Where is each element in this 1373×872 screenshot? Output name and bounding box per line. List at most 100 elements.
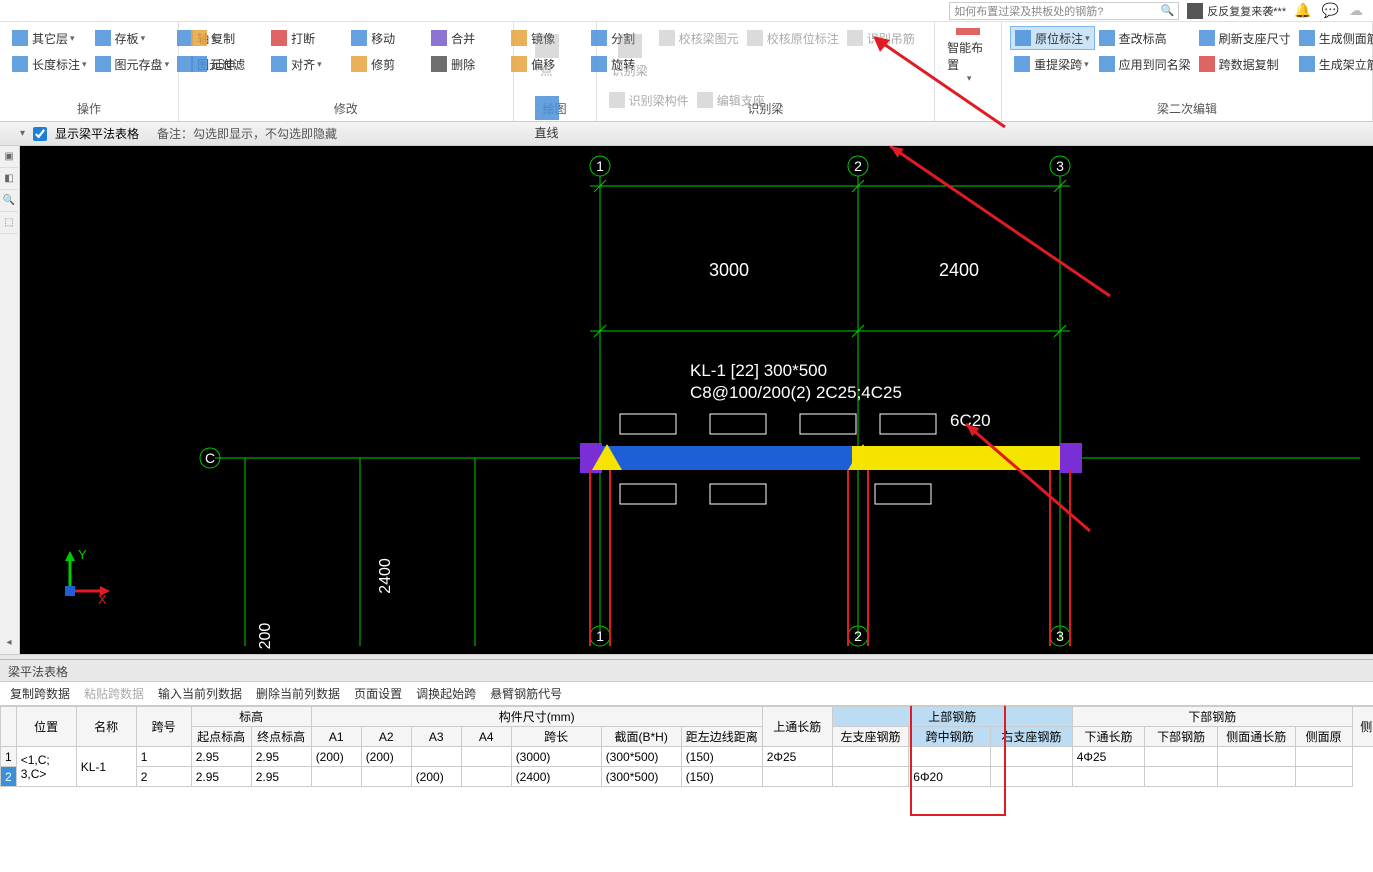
cell-bt[interactable]: 4Φ25	[1072, 747, 1145, 767]
col-subheader[interactable]: 跨长	[511, 727, 601, 747]
cell-dl[interactable]: (150)	[681, 767, 762, 787]
ribbon-cmd-存板[interactable]: 存板▾	[91, 26, 174, 50]
table-tool-删除当前列数据[interactable]: 删除当前列数据	[250, 682, 346, 705]
col-subheader[interactable]: 左支座钢筋	[832, 727, 909, 747]
cell-a2[interactable]: (200)	[361, 747, 411, 767]
table-tool-复制跨数据[interactable]: 复制跨数据	[4, 682, 76, 705]
bell-icon[interactable]: 🔔	[1294, 2, 1311, 19]
cell-rs[interactable]	[990, 747, 1072, 767]
table-tool-调换起始跨[interactable]: 调换起始跨	[410, 682, 482, 705]
table-scroll[interactable]: 位置名称跨号标高构件尺寸(mm)上通长筋上部钢筋下部钢筋侧面起点标高终点标高A1…	[0, 706, 1373, 872]
show-beam-table-checkbox[interactable]	[33, 127, 47, 141]
chevron-down-icon[interactable]: ▾	[20, 128, 25, 139]
col-header[interactable]: 上通长筋	[762, 707, 832, 747]
cell-a2[interactable]	[361, 767, 411, 787]
col-subheader[interactable]: 截面(B*H)	[601, 727, 681, 747]
col-subheader[interactable]: A4	[461, 727, 511, 747]
ribbon-cmd-识别吊筋[interactable]: 识别吊筋	[843, 26, 923, 50]
cell-s_elev[interactable]: 2.95	[191, 767, 251, 787]
table-row[interactable]: 222.952.95(200)(2400)(300*500)(150)6Φ20	[1, 767, 1373, 787]
ribbon-cmd-修剪[interactable]: 修剪	[347, 52, 427, 76]
col-subheader[interactable]: A1	[311, 727, 361, 747]
cell-br[interactable]	[1145, 767, 1218, 787]
ribbon-cmd-对齐[interactable]: 对齐▾	[267, 52, 347, 76]
rail-tool[interactable]: ▣	[0, 146, 18, 168]
cell-ls[interactable]	[832, 767, 909, 787]
cell-so[interactable]	[1295, 767, 1352, 787]
cell-a3[interactable]: (200)	[411, 767, 461, 787]
ribbon-cmd-长度标注[interactable]: 长度标注▾	[8, 52, 91, 76]
col-subheader[interactable]: A2	[361, 727, 411, 747]
ribbon-cmd-复制[interactable]: 复制	[187, 26, 267, 50]
cell-dl[interactable]: (150)	[681, 747, 762, 767]
ribbon-cmd-其它层[interactable]: 其它层▾	[8, 26, 91, 50]
col-subheader[interactable]: 侧面通长筋	[1217, 727, 1295, 747]
cell-a4[interactable]	[461, 767, 511, 787]
cell-mid[interactable]: 6Φ20	[909, 767, 991, 787]
ribbon-cmd-图元存盘[interactable]: 图元存盘▾	[91, 52, 174, 76]
cell-a4[interactable]	[461, 747, 511, 767]
col-header[interactable]: 位置	[16, 707, 76, 747]
ribbon-cmd-刷新支座尺寸[interactable]: 刷新支座尺寸	[1195, 26, 1295, 50]
cell-e_elev[interactable]: 2.95	[251, 747, 311, 767]
cell-br[interactable]	[1145, 747, 1218, 767]
col-subheader[interactable]: 侧面原	[1295, 727, 1352, 747]
col-subheader[interactable]: 跨中钢筋	[909, 727, 991, 747]
cell-span[interactable]: 1	[136, 747, 191, 767]
cell-pos[interactable]: <1,C;3,C>	[16, 747, 76, 787]
row-number[interactable]: 1	[1, 747, 17, 767]
cloud-icon[interactable]: ☁	[1349, 2, 1363, 19]
cell-st[interactable]	[1217, 767, 1295, 787]
rail-tool[interactable]: ⬚	[0, 212, 18, 234]
help-search[interactable]: 如何布置过梁及拱板处的钢筋? 🔍	[949, 2, 1179, 20]
collapse-icon[interactable]: ◂	[0, 632, 18, 654]
ribbon-cmd-重提梁跨[interactable]: 重提梁跨▾	[1010, 52, 1095, 76]
chat-icon[interactable]: 💬	[1322, 2, 1339, 19]
ribbon-cmd-删除[interactable]: 删除	[427, 52, 507, 76]
table-tool-页面设置[interactable]: 页面设置	[348, 682, 408, 705]
cell-sec[interactable]: (300*500)	[601, 747, 681, 767]
ribbon-cmd-跨数据复制[interactable]: 跨数据复制	[1195, 52, 1295, 76]
rail-tool[interactable]: ◧	[0, 168, 18, 190]
rail-tool[interactable]: 🔍	[0, 190, 18, 212]
cell-so[interactable]	[1295, 747, 1352, 767]
cell-a1[interactable]: (200)	[311, 747, 361, 767]
ribbon-cmd-移动[interactable]: 移动	[347, 26, 427, 50]
col-header[interactable]: 侧面	[1352, 707, 1373, 747]
cell-ut[interactable]: 2Φ25	[762, 747, 832, 767]
col-header[interactable]: 构件尺寸(mm)	[311, 707, 762, 727]
ribbon-cmd-合并[interactable]: 合并	[427, 26, 507, 50]
cell-s_elev[interactable]: 2.95	[191, 747, 251, 767]
cell-bt[interactable]	[1072, 767, 1145, 787]
drawing-canvas[interactable]: 112233C300024002400200KL-1 [22] 300*500C…	[20, 146, 1373, 654]
table-tool-悬臂钢筋代号[interactable]: 悬臂钢筋代号	[484, 682, 568, 705]
cell-a3[interactable]	[411, 747, 461, 767]
cell-ut[interactable]	[762, 767, 832, 787]
col-header[interactable]: 标高	[191, 707, 311, 727]
ribbon-cmd-查改标高[interactable]: 查改标高	[1095, 26, 1195, 50]
ribbon-cmd-生成侧面筋[interactable]: 生成侧面筋	[1295, 26, 1373, 50]
col-subheader[interactable]: 右支座钢筋	[990, 727, 1072, 747]
cell-len[interactable]: (3000)	[511, 747, 601, 767]
table-tool-输入当前列数据[interactable]: 输入当前列数据	[152, 682, 248, 705]
cell-ls[interactable]	[832, 747, 909, 767]
col-subheader[interactable]: A3	[411, 727, 461, 747]
col-subheader[interactable]: 距左边线距离	[681, 727, 762, 747]
cell-len[interactable]: (2400)	[511, 767, 601, 787]
ribbon-cmd-生成架立筋[interactable]: 生成架立筋	[1295, 52, 1373, 76]
cell-st[interactable]	[1217, 747, 1295, 767]
col-subheader[interactable]: 起点标高	[191, 727, 251, 747]
col-header[interactable]: 上部钢筋	[832, 707, 1072, 727]
cell-span[interactable]: 2	[136, 767, 191, 787]
ribbon-cmd-校核梁图元[interactable]: 校核梁图元	[655, 26, 743, 50]
ribbon-cmd-校核原位标注[interactable]: 校核原位标注	[743, 26, 843, 50]
table-row[interactable]: 1<1,C;3,C>KL-112.952.95(200)(200)(3000)(…	[1, 747, 1373, 767]
cell-mid[interactable]	[909, 747, 991, 767]
ribbon-cmd-延伸[interactable]: 延伸	[187, 52, 267, 76]
cell-rs[interactable]	[990, 767, 1072, 787]
user-account[interactable]: 反反复复来袭***	[1187, 3, 1286, 19]
cell-e_elev[interactable]: 2.95	[251, 767, 311, 787]
cell-sec[interactable]: (300*500)	[601, 767, 681, 787]
row-number[interactable]: 2	[1, 767, 17, 787]
col-header[interactable]: 跨号	[136, 707, 191, 747]
